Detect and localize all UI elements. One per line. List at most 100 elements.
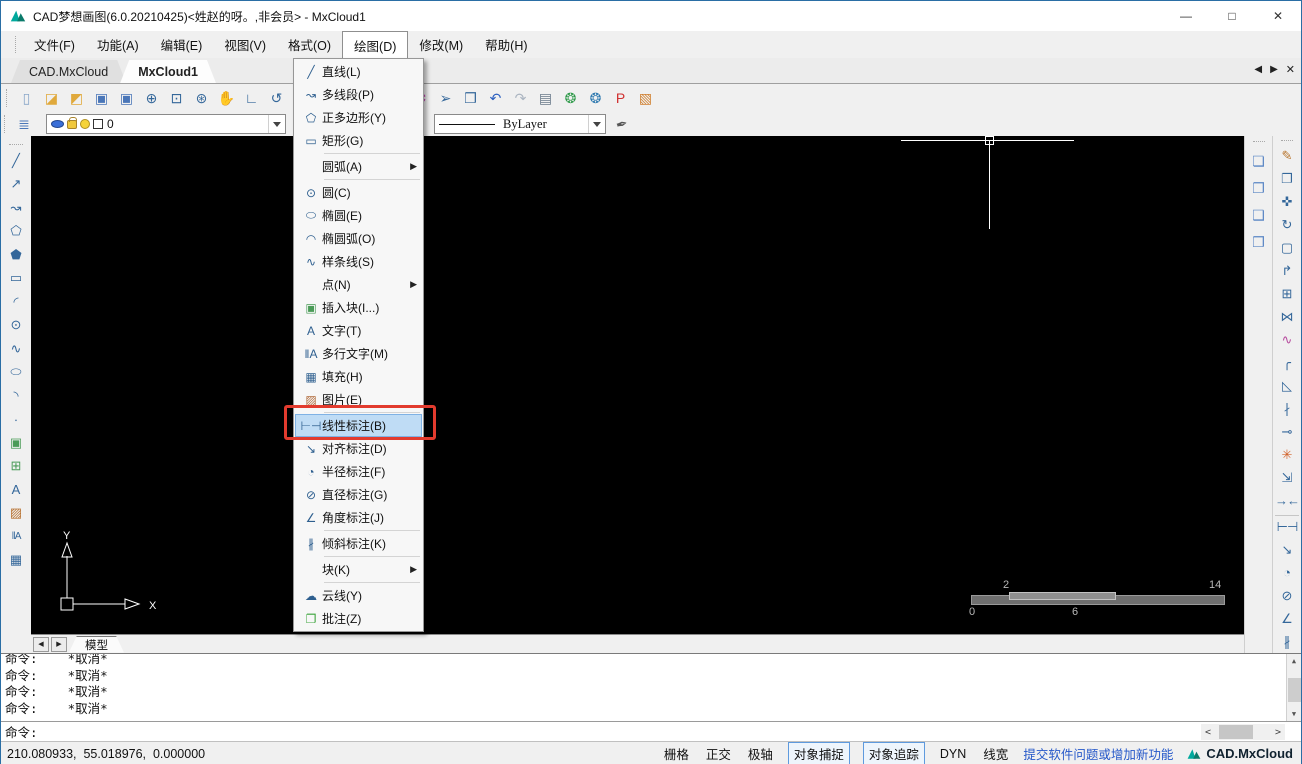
zoom-extents-icon[interactable]: ⊛	[189, 86, 214, 110]
pick-select-icon[interactable]: ➢	[433, 86, 458, 110]
image-export-icon[interactable]: ▧	[633, 86, 658, 110]
toggle-lineweight[interactable]: 线宽	[981, 743, 1010, 764]
layer-combo-arrow[interactable]	[268, 115, 285, 133]
menu-item-diameter-dim[interactable]: ⊘ 直径标注(G)	[295, 483, 422, 506]
clip-cut-icon[interactable]: ❐	[1247, 175, 1271, 202]
tool-text[interactable]: A	[4, 478, 28, 502]
tool-arc[interactable]: ◜	[4, 290, 28, 314]
drawing-canvas[interactable]: 2 14 0 6 Y X	[31, 136, 1244, 634]
clip-copy-icon[interactable]: ❏	[1247, 148, 1271, 175]
feedback-link[interactable]: 提交软件问题或增加新功能	[1023, 744, 1173, 763]
command-scrollbar-horizontal[interactable]: < >	[1201, 724, 1285, 740]
block-manager-icon[interactable]: ❒	[458, 86, 483, 110]
scroll-down-icon[interactable]: ▼	[1287, 707, 1302, 721]
tool-circle[interactable]: ⊙	[4, 314, 28, 338]
menu-item-spline[interactable]: ∿ 样条线(S)	[295, 250, 422, 273]
tool-block[interactable]: ⊞	[4, 455, 28, 479]
tab-scroll-left-icon[interactable]: ◀	[1254, 64, 1262, 75]
tool-image[interactable]: ▨	[4, 502, 28, 526]
mod-chamfer[interactable]: ◺	[1275, 374, 1299, 397]
scroll-right-icon[interactable]: >	[1271, 727, 1285, 738]
scrollbar-thumb[interactable]	[1288, 678, 1301, 702]
command-input-line[interactable]: 命令: < >	[1, 721, 1301, 741]
menu-item-angular-dim[interactable]: ∠ 角度标注(J)	[295, 506, 422, 529]
scroll-left-icon[interactable]: <	[1201, 727, 1215, 738]
scrollbar-thumb[interactable]	[1219, 725, 1253, 739]
tool-spline[interactable]: ∿	[4, 337, 28, 361]
pan-icon[interactable]: ✋	[214, 86, 239, 110]
mod-mirror[interactable]: ⋈	[1275, 305, 1299, 328]
menu-item-text[interactable]: A 文字(T)	[295, 319, 422, 342]
new-file-icon[interactable]: ▯	[14, 86, 39, 110]
menu-item-rectangle[interactable]: ▭ 矩形(G)	[295, 129, 422, 152]
scroll-up-icon[interactable]: ▲	[1287, 654, 1302, 668]
mod-scale[interactable]: ⇲	[1275, 466, 1299, 489]
menu-help[interactable]: 帮助(H)	[474, 31, 538, 58]
mod-rotate[interactable]: ↻	[1275, 213, 1299, 236]
layer-combo[interactable]: 0	[46, 114, 286, 134]
menu-function[interactable]: 功能(A)	[86, 31, 150, 58]
toggle-dyn[interactable]: DYN	[938, 746, 968, 762]
tab-scroll-right-icon[interactable]: ▶	[1270, 64, 1278, 75]
menu-item-ellipse-arc[interactable]: ◠ 椭圆弧(O)	[295, 227, 422, 250]
mod-copy[interactable]: ❐	[1275, 167, 1299, 190]
menu-item-hatch[interactable]: ▦ 填充(H)	[295, 365, 422, 388]
sheet-prev-button[interactable]: ◀	[33, 637, 49, 652]
toggle-ortho[interactable]: 正交	[704, 743, 733, 764]
redo-icon[interactable]: ↷	[508, 86, 533, 110]
import-file-icon[interactable]: ◩	[64, 86, 89, 110]
mod-select-window[interactable]: ▢	[1275, 236, 1299, 259]
undo-icon[interactable]: ↶	[483, 86, 508, 110]
mod-offset[interactable]: ↱	[1275, 259, 1299, 282]
menu-format[interactable]: 格式(O)	[277, 31, 342, 58]
open-file-icon[interactable]: ◪	[39, 86, 64, 110]
mod-explode[interactable]: ✳	[1275, 443, 1299, 466]
tool-xline[interactable]: ↗	[4, 173, 28, 197]
menu-item-polyline[interactable]: ↝ 多线段(P)	[295, 83, 422, 106]
menu-modify[interactable]: 修改(M)	[408, 31, 474, 58]
tab-mxcloud1[interactable]: MxCloud1	[120, 60, 216, 83]
menu-item-polygon[interactable]: ⬠ 正多边形(Y)	[295, 106, 422, 129]
command-scrollbar-vertical[interactable]: ▲ ▼	[1286, 654, 1301, 721]
toggle-osnap[interactable]: 对象捕捉	[788, 742, 850, 764]
tab-close-icon[interactable]: ✕	[1286, 63, 1295, 76]
model-tab[interactable]: 模型	[69, 636, 124, 653]
menu-item-point[interactable]: 点(N) ▶	[295, 273, 422, 296]
tool-line[interactable]: ╱	[4, 149, 28, 173]
mod-fillet[interactable]: ╭	[1275, 351, 1299, 374]
menu-item-block[interactable]: 块(K) ▶	[295, 558, 422, 581]
menu-item-radius-dim[interactable]: ◔ 半径标注(F)	[295, 460, 422, 483]
mod-trim[interactable]: ∤	[1275, 397, 1299, 420]
menu-item-cloud[interactable]: ☁ 云线(Y)	[295, 584, 422, 607]
maximize-button[interactable]: □	[1209, 1, 1255, 31]
menu-item-annotate[interactable]: ❐ 批注(Z)	[295, 607, 422, 630]
zoom-inout-icon[interactable]: ⊕	[139, 86, 164, 110]
menu-item-image[interactable]: ▨ 图片(E)	[295, 388, 422, 411]
mod-join[interactable]: →←	[1275, 489, 1299, 512]
menu-item-mtext[interactable]: ‖A 多行文字(M)	[295, 342, 422, 365]
linetype-combo[interactable]: ByLayer	[434, 114, 606, 134]
mod-dim-linear[interactable]: ⊢⊣	[1275, 515, 1299, 538]
cloud-upload-icon[interactable]: ❂	[558, 86, 583, 110]
menu-edit[interactable]: 编辑(E)	[150, 31, 214, 58]
tab-cad-mxcloud[interactable]: CAD.MxCloud	[11, 60, 126, 83]
toggle-grid[interactable]: 栅格	[662, 743, 691, 764]
layer-manager-button[interactable]: ≣	[12, 114, 36, 134]
menu-item-circle[interactable]: ⊙ 圆(C)	[295, 181, 422, 204]
print-icon[interactable]: ▤	[533, 86, 558, 110]
toggle-polar[interactable]: 极轴	[746, 743, 775, 764]
menu-view[interactable]: 视图(V)	[213, 31, 277, 58]
save-icon[interactable]: ▣	[89, 86, 114, 110]
tool-hatch[interactable]: ▦	[4, 549, 28, 573]
mod-edit-spline[interactable]: ∿	[1275, 328, 1299, 351]
tool-rectangle[interactable]: ▭	[4, 267, 28, 291]
menu-file[interactable]: 文件(F)	[23, 31, 86, 58]
ucs-axis-icon[interactable]: ∟	[239, 86, 264, 110]
mod-move[interactable]: ✜	[1275, 190, 1299, 213]
linetype-combo-arrow[interactable]	[588, 115, 605, 133]
mod-dim-radius[interactable]: ◔	[1275, 561, 1299, 584]
minimize-button[interactable]: —	[1163, 1, 1209, 31]
clip-paste-block-icon[interactable]: ❒	[1247, 229, 1271, 256]
toggle-otrack[interactable]: 对象追踪	[863, 742, 925, 764]
tool-mtext[interactable]: ‖A	[4, 525, 28, 549]
